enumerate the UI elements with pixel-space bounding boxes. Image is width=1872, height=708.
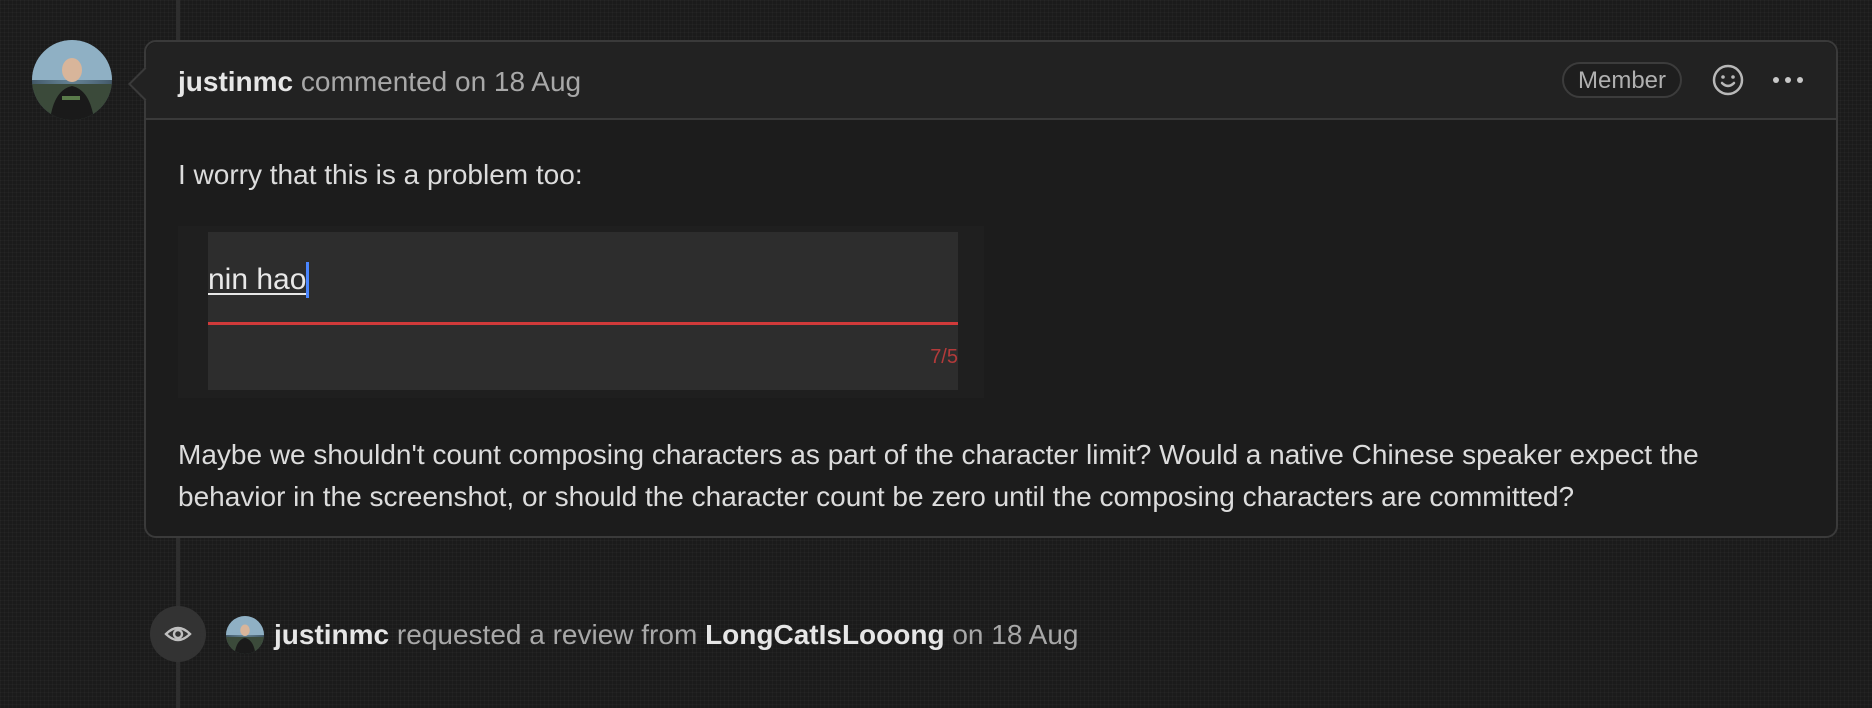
event-date-link[interactable]: 18 Aug	[991, 619, 1078, 650]
comment-question-text: Maybe we shouldn't count composing chara…	[178, 439, 1699, 512]
event-actor-link[interactable]: justinmc	[274, 619, 389, 650]
event-action: requested a review from	[396, 619, 698, 650]
event-badge	[150, 606, 206, 662]
smiley-icon[interactable]	[1710, 62, 1746, 98]
comment-header-text: justinmc commented on 18 Aug	[178, 66, 581, 98]
comment-intro-text: I worry that this is a problem too:	[178, 159, 583, 190]
comment-action: commented on	[300, 66, 487, 97]
kebab-horizontal-icon[interactable]	[1768, 62, 1808, 98]
comment-pointer	[128, 67, 162, 101]
embedded-screenshot[interactable]: nin hao 7/5	[178, 226, 984, 398]
comment-author-link[interactable]: justinmc	[178, 66, 293, 97]
character-counter: 7/5	[930, 346, 958, 368]
comment-box: justinmc commented on 18 Aug Member I wo…	[128, 40, 1838, 538]
member-badge: Member	[1562, 62, 1683, 98]
event-reviewer-link[interactable]: LongCatIsLooong	[705, 619, 945, 650]
event-text: justinmc requested a review from LongCat…	[274, 619, 1079, 651]
comment-date-link[interactable]: 18 Aug	[494, 66, 581, 97]
comment-header: justinmc commented on 18 Aug Member	[128, 42, 1836, 120]
review-request-event: justinmc requested a review from LongCat…	[150, 606, 1750, 662]
composing-text: nin hao	[208, 263, 307, 296]
avatar[interactable]	[32, 40, 112, 120]
avatar-photo	[32, 40, 112, 120]
eye-icon	[164, 626, 192, 642]
event-avatar[interactable]	[226, 616, 264, 654]
error-underline	[208, 322, 958, 325]
event-date-prefix: on	[952, 619, 984, 650]
text-caret	[306, 262, 309, 298]
embedded-text-field: nin hao 7/5	[208, 232, 958, 390]
